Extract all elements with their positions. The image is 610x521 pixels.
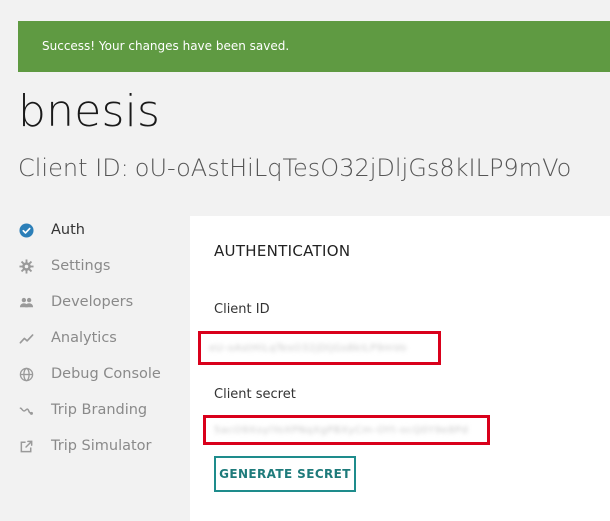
sidebar-item-debug-console[interactable]: Debug Console (18, 356, 188, 392)
auth-panel: AUTHENTICATION Client ID eU-oAstHiLqTesO… (190, 216, 610, 521)
client-secret-value: 5acO9XoylYoXPNqXgPBXyCm-OYt-ocQ0Y9e8Pd (214, 424, 469, 436)
sidebar-item-label: Auth (51, 222, 85, 238)
sidebar-item-label: Analytics (51, 330, 117, 346)
sidebar-item-developers[interactable]: Developers (18, 284, 188, 320)
client-id-label: Client ID (214, 302, 270, 317)
users-icon (18, 294, 34, 310)
client-id-value: eU-oAstHiLqTesO32jDljGs8kILP9mVo (209, 342, 407, 354)
sidebar-item-label: Debug Console (51, 366, 161, 382)
sidebar-item-trip-simulator[interactable]: Trip Simulator (18, 428, 188, 464)
external-link-icon (18, 438, 34, 454)
generate-secret-button[interactable]: GENERATE SECRET (214, 456, 356, 492)
sidebar-item-auth[interactable]: Auth (18, 212, 188, 248)
globe-icon (18, 366, 34, 382)
sidebar-item-label: Developers (51, 294, 134, 310)
client-id-header: Client ID: oU-oAstHiLqTesO32jDljGs8kILP9m… (18, 154, 571, 182)
client-secret-label: Client secret (214, 387, 296, 402)
alert-message: Success! Your changes have been saved. (42, 39, 290, 53)
app-title: bnesis (18, 86, 161, 137)
route-icon (18, 402, 34, 418)
panel-title: AUTHENTICATION (214, 242, 351, 260)
client-id-header-value: oU-oAstHiLqTesO32jDljGs8kILP9mVo (134, 154, 572, 182)
trend-line-icon (18, 330, 34, 346)
client-id-value-redacted[interactable]: eU-oAstHiLqTesO32jDljGs8kILP9mVo (198, 331, 441, 365)
sidebar-nav: Auth Settings Developers Analytics Debug… (18, 212, 188, 464)
sidebar-item-analytics[interactable]: Analytics (18, 320, 188, 356)
sidebar-item-label: Trip Branding (51, 402, 148, 418)
gear-icon (18, 258, 34, 274)
sidebar-item-settings[interactable]: Settings (18, 248, 188, 284)
client-secret-value-redacted[interactable]: 5acO9XoylYoXPNqXgPBXyCm-OYt-ocQ0Y9e8Pd (203, 415, 490, 445)
sidebar-item-label: Settings (51, 258, 111, 274)
check-circle-icon (18, 222, 34, 238)
client-id-header-label: Client ID: (18, 154, 129, 182)
sidebar-item-label: Trip Simulator (51, 438, 152, 454)
sidebar-item-trip-branding[interactable]: Trip Branding (18, 392, 188, 428)
success-alert: Success! Your changes have been saved. (18, 21, 610, 72)
